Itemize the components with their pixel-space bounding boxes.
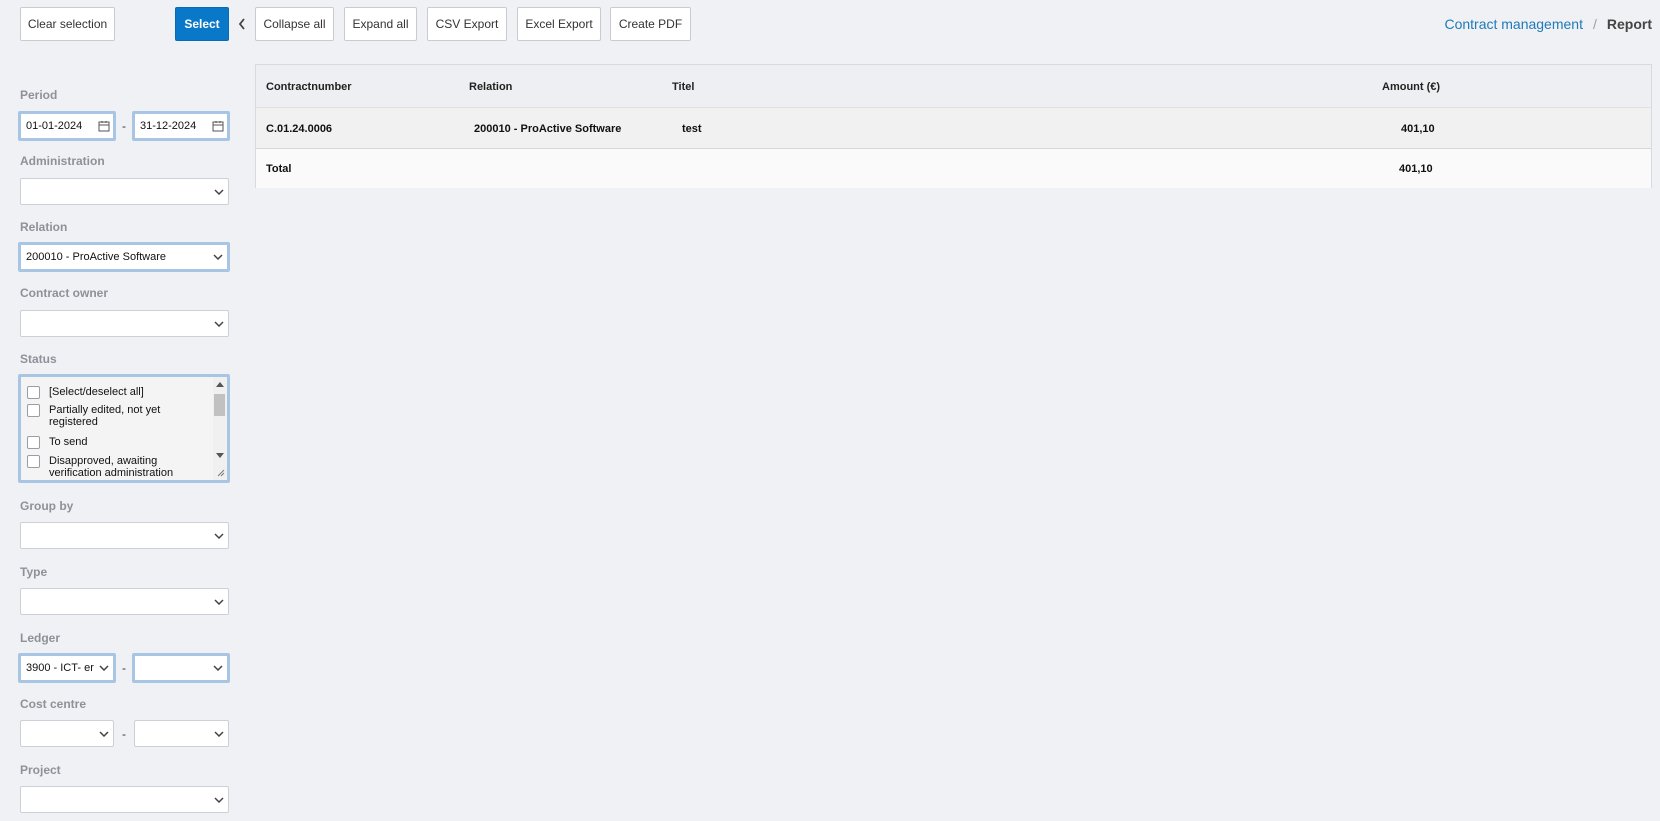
column-header-contractnumber[interactable]: Contractnumber — [266, 81, 352, 93]
ledger-separator: - — [122, 661, 126, 675]
group-by-select[interactable] — [20, 522, 229, 549]
period-to-input[interactable]: 31-12-2024 — [132, 111, 230, 141]
status-listbox[interactable]: [Select/deselect all] Partially edited, … — [18, 374, 230, 483]
scrollbar-thumb[interactable] — [214, 394, 225, 416]
report-table: Contractnumber Relation Titel Amount (€)… — [255, 64, 1652, 188]
status-option-select-all[interactable]: [Select/deselect all] — [27, 386, 207, 399]
collapse-all-button[interactable]: Collapse all — [255, 7, 334, 41]
checkbox[interactable] — [27, 455, 40, 468]
project-select[interactable] — [20, 786, 229, 813]
ledger-label: Ledger — [20, 631, 61, 645]
status-option-label: [Select/deselect all] — [49, 386, 144, 398]
project-label: Project — [20, 763, 61, 777]
checkbox[interactable] — [27, 386, 40, 399]
chevron-down-icon — [210, 796, 228, 803]
ledger-from-value: 3900 - ICT- er — [26, 662, 94, 674]
chevron-down-icon — [210, 598, 228, 605]
administration-label: Administration — [20, 154, 105, 168]
chevron-left-icon[interactable] — [235, 15, 249, 33]
table-total-row: Total 401,10 — [256, 149, 1651, 188]
status-option-label: Disapproved, awaiting verification admin… — [49, 455, 174, 479]
relation-select[interactable]: 200010 - ProActive Software — [18, 242, 230, 272]
status-option-partially-edited[interactable]: Partially edited, not yet registered — [27, 404, 207, 428]
column-header-relation[interactable]: Relation — [469, 81, 512, 93]
expand-all-button[interactable]: Expand all — [344, 7, 417, 41]
cost-centre-separator: - — [122, 727, 126, 741]
excel-export-button[interactable]: Excel Export — [517, 7, 601, 41]
cost-centre-label: Cost centre — [20, 697, 87, 711]
relation-value: 200010 - ProActive Software — [26, 251, 167, 263]
chevron-down-icon — [95, 730, 113, 737]
table-header: Contractnumber Relation Titel Amount (€) — [256, 65, 1651, 108]
checkbox[interactable] — [27, 436, 40, 449]
column-header-titel[interactable]: Titel — [672, 81, 694, 93]
ledger-to-select[interactable] — [132, 653, 230, 683]
administration-select[interactable] — [20, 178, 229, 205]
scroll-up-icon[interactable] — [216, 382, 224, 387]
chevron-down-icon — [95, 665, 113, 671]
table-row[interactable]: C.01.24.0006 200010 - ProActive Software… — [256, 108, 1651, 149]
chevron-down-icon — [210, 730, 228, 737]
total-label: Total — [266, 163, 292, 175]
chevron-down-icon — [210, 320, 228, 327]
status-option-label: To send — [49, 436, 88, 448]
chevron-down-icon — [209, 254, 227, 260]
cost-centre-from-select[interactable] — [20, 720, 114, 747]
contract-owner-select[interactable] — [20, 310, 229, 337]
ledger-from-select[interactable]: 3900 - ICT- er — [18, 653, 116, 683]
breadcrumb-contract-management[interactable]: Contract management — [1444, 16, 1583, 32]
period-separator: - — [122, 119, 126, 133]
total-amount: 401,10 — [1399, 163, 1433, 175]
create-pdf-button[interactable]: Create PDF — [610, 7, 691, 41]
type-select[interactable] — [20, 588, 229, 615]
status-option-to-send[interactable]: To send — [27, 436, 207, 449]
status-scrollbar[interactable] — [213, 377, 227, 480]
breadcrumb-separator: / — [1592, 16, 1597, 32]
period-to-value: 31-12-2024 — [140, 120, 197, 132]
status-option-disapproved[interactable]: Disapproved, awaiting verification admin… — [27, 455, 207, 479]
period-label: Period — [20, 88, 58, 102]
cell-amount: 401,10 — [1401, 123, 1435, 135]
chevron-down-icon — [210, 532, 228, 539]
type-label: Type — [20, 565, 48, 579]
select-button[interactable]: Select — [175, 7, 229, 41]
cost-centre-to-select[interactable] — [134, 720, 229, 747]
scroll-down-icon[interactable] — [216, 453, 224, 458]
breadcrumb-current: Report — [1606, 16, 1652, 32]
cell-titel: test — [682, 123, 702, 135]
column-header-amount[interactable]: Amount (€) — [1382, 81, 1440, 93]
cell-relation: 200010 - ProActive Software — [474, 123, 622, 135]
calendar-icon[interactable] — [209, 120, 227, 132]
period-from-input[interactable]: 01-01-2024 — [18, 111, 116, 141]
checkbox[interactable] — [27, 404, 40, 417]
period-from-value: 01-01-2024 — [26, 120, 83, 132]
contract-owner-label: Contract owner — [20, 286, 109, 300]
breadcrumb: Contract management / Report — [1444, 16, 1652, 32]
calendar-icon[interactable] — [95, 120, 113, 132]
group-by-label: Group by — [20, 499, 74, 513]
status-label: Status — [20, 352, 57, 366]
clear-selection-button[interactable]: Clear selection — [20, 7, 115, 41]
relation-label: Relation — [20, 220, 68, 234]
status-option-label: Partially edited, not yet registered — [49, 404, 161, 428]
resize-grip-icon[interactable] — [215, 467, 225, 477]
chevron-down-icon — [210, 188, 228, 195]
cell-contractnumber: C.01.24.0006 — [266, 123, 333, 135]
csv-export-button[interactable]: CSV Export — [427, 7, 507, 41]
chevron-down-icon — [209, 665, 227, 671]
